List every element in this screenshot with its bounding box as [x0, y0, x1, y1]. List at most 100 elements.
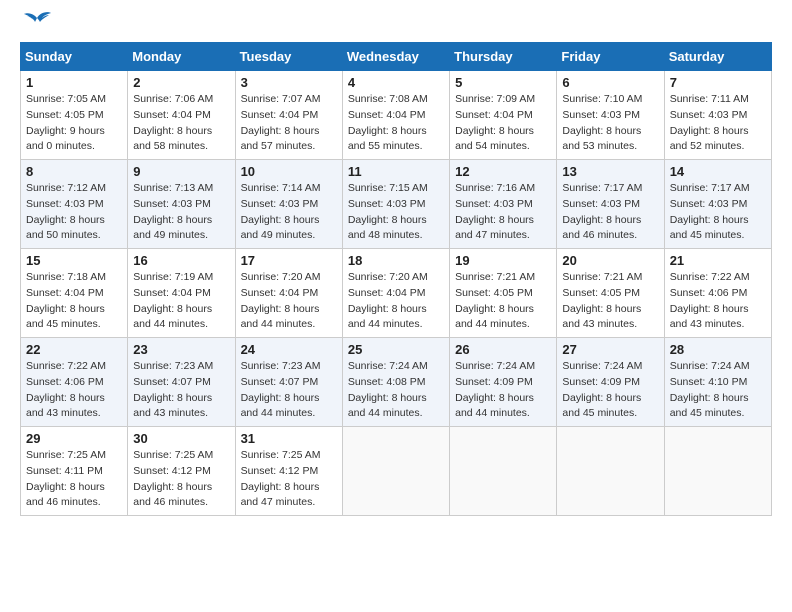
calendar-week-row: 8 Sunrise: 7:12 AMSunset: 4:03 PMDayligh… — [21, 160, 772, 249]
day-detail: Sunrise: 7:17 AMSunset: 4:03 PMDaylight:… — [670, 182, 750, 241]
calendar-body: 1 Sunrise: 7:05 AMSunset: 4:05 PMDayligh… — [21, 71, 772, 516]
day-number: 26 — [455, 342, 551, 357]
day-number: 9 — [133, 164, 229, 179]
day-detail: Sunrise: 7:25 AMSunset: 4:12 PMDaylight:… — [241, 449, 321, 508]
calendar-cell: 1 Sunrise: 7:05 AMSunset: 4:05 PMDayligh… — [21, 71, 128, 160]
calendar-cell: 12 Sunrise: 7:16 AMSunset: 4:03 PMDaylig… — [450, 160, 557, 249]
day-number: 19 — [455, 253, 551, 268]
day-detail: Sunrise: 7:23 AMSunset: 4:07 PMDaylight:… — [241, 360, 321, 419]
day-detail: Sunrise: 7:20 AMSunset: 4:04 PMDaylight:… — [241, 271, 321, 330]
day-number: 29 — [26, 431, 122, 446]
column-header-wednesday: Wednesday — [342, 43, 449, 71]
day-detail: Sunrise: 7:22 AMSunset: 4:06 PMDaylight:… — [670, 271, 750, 330]
day-number: 18 — [348, 253, 444, 268]
day-detail: Sunrise: 7:16 AMSunset: 4:03 PMDaylight:… — [455, 182, 535, 241]
calendar-cell — [450, 427, 557, 516]
calendar-cell: 28 Sunrise: 7:24 AMSunset: 4:10 PMDaylig… — [664, 338, 771, 427]
calendar-header: SundayMondayTuesdayWednesdayThursdayFrid… — [21, 43, 772, 71]
calendar-cell: 5 Sunrise: 7:09 AMSunset: 4:04 PMDayligh… — [450, 71, 557, 160]
calendar-week-row: 22 Sunrise: 7:22 AMSunset: 4:06 PMDaylig… — [21, 338, 772, 427]
calendar-cell: 25 Sunrise: 7:24 AMSunset: 4:08 PMDaylig… — [342, 338, 449, 427]
column-header-monday: Monday — [128, 43, 235, 71]
day-number: 21 — [670, 253, 766, 268]
day-number: 5 — [455, 75, 551, 90]
day-detail: Sunrise: 7:24 AMSunset: 4:09 PMDaylight:… — [562, 360, 642, 419]
day-number: 31 — [241, 431, 337, 446]
day-number: 23 — [133, 342, 229, 357]
day-number: 2 — [133, 75, 229, 90]
calendar-week-row: 29 Sunrise: 7:25 AMSunset: 4:11 PMDaylig… — [21, 427, 772, 516]
day-number: 10 — [241, 164, 337, 179]
day-number: 15 — [26, 253, 122, 268]
day-detail: Sunrise: 7:15 AMSunset: 4:03 PMDaylight:… — [348, 182, 428, 241]
calendar-cell: 31 Sunrise: 7:25 AMSunset: 4:12 PMDaylig… — [235, 427, 342, 516]
column-header-tuesday: Tuesday — [235, 43, 342, 71]
day-number: 1 — [26, 75, 122, 90]
calendar-cell: 4 Sunrise: 7:08 AMSunset: 4:04 PMDayligh… — [342, 71, 449, 160]
day-detail: Sunrise: 7:18 AMSunset: 4:04 PMDaylight:… — [26, 271, 106, 330]
calendar-cell: 13 Sunrise: 7:17 AMSunset: 4:03 PMDaylig… — [557, 160, 664, 249]
day-number: 22 — [26, 342, 122, 357]
calendar-cell: 17 Sunrise: 7:20 AMSunset: 4:04 PMDaylig… — [235, 249, 342, 338]
day-number: 7 — [670, 75, 766, 90]
day-detail: Sunrise: 7:21 AMSunset: 4:05 PMDaylight:… — [562, 271, 642, 330]
column-header-friday: Friday — [557, 43, 664, 71]
logo — [20, 20, 52, 32]
day-detail: Sunrise: 7:24 AMSunset: 4:08 PMDaylight:… — [348, 360, 428, 419]
day-number: 8 — [26, 164, 122, 179]
calendar-cell: 18 Sunrise: 7:20 AMSunset: 4:04 PMDaylig… — [342, 249, 449, 338]
day-number: 20 — [562, 253, 658, 268]
day-number: 12 — [455, 164, 551, 179]
day-detail: Sunrise: 7:06 AMSunset: 4:04 PMDaylight:… — [133, 93, 213, 152]
day-number: 14 — [670, 164, 766, 179]
calendar-table: SundayMondayTuesdayWednesdayThursdayFrid… — [20, 42, 772, 516]
day-detail: Sunrise: 7:13 AMSunset: 4:03 PMDaylight:… — [133, 182, 213, 241]
calendar-cell: 15 Sunrise: 7:18 AMSunset: 4:04 PMDaylig… — [21, 249, 128, 338]
day-number: 13 — [562, 164, 658, 179]
calendar-cell: 30 Sunrise: 7:25 AMSunset: 4:12 PMDaylig… — [128, 427, 235, 516]
day-detail: Sunrise: 7:07 AMSunset: 4:04 PMDaylight:… — [241, 93, 321, 152]
day-detail: Sunrise: 7:11 AMSunset: 4:03 PMDaylight:… — [670, 93, 749, 152]
day-detail: Sunrise: 7:10 AMSunset: 4:03 PMDaylight:… — [562, 93, 642, 152]
calendar-week-row: 15 Sunrise: 7:18 AMSunset: 4:04 PMDaylig… — [21, 249, 772, 338]
day-number: 24 — [241, 342, 337, 357]
calendar-cell: 29 Sunrise: 7:25 AMSunset: 4:11 PMDaylig… — [21, 427, 128, 516]
calendar-cell: 3 Sunrise: 7:07 AMSunset: 4:04 PMDayligh… — [235, 71, 342, 160]
calendar-cell: 16 Sunrise: 7:19 AMSunset: 4:04 PMDaylig… — [128, 249, 235, 338]
calendar-cell: 9 Sunrise: 7:13 AMSunset: 4:03 PMDayligh… — [128, 160, 235, 249]
day-number: 30 — [133, 431, 229, 446]
day-detail: Sunrise: 7:19 AMSunset: 4:04 PMDaylight:… — [133, 271, 213, 330]
calendar-cell: 20 Sunrise: 7:21 AMSunset: 4:05 PMDaylig… — [557, 249, 664, 338]
day-detail: Sunrise: 7:09 AMSunset: 4:04 PMDaylight:… — [455, 93, 535, 152]
day-number: 11 — [348, 164, 444, 179]
day-detail: Sunrise: 7:14 AMSunset: 4:03 PMDaylight:… — [241, 182, 321, 241]
calendar-cell: 8 Sunrise: 7:12 AMSunset: 4:03 PMDayligh… — [21, 160, 128, 249]
page-header — [20, 20, 772, 32]
day-detail: Sunrise: 7:24 AMSunset: 4:10 PMDaylight:… — [670, 360, 750, 419]
calendar-cell: 22 Sunrise: 7:22 AMSunset: 4:06 PMDaylig… — [21, 338, 128, 427]
calendar-cell: 21 Sunrise: 7:22 AMSunset: 4:06 PMDaylig… — [664, 249, 771, 338]
day-detail: Sunrise: 7:05 AMSunset: 4:05 PMDaylight:… — [26, 93, 106, 152]
day-detail: Sunrise: 7:25 AMSunset: 4:11 PMDaylight:… — [26, 449, 106, 508]
calendar-cell: 7 Sunrise: 7:11 AMSunset: 4:03 PMDayligh… — [664, 71, 771, 160]
calendar-cell: 14 Sunrise: 7:17 AMSunset: 4:03 PMDaylig… — [664, 160, 771, 249]
day-number: 25 — [348, 342, 444, 357]
logo-bird-icon — [22, 10, 52, 32]
calendar-cell — [557, 427, 664, 516]
day-detail: Sunrise: 7:22 AMSunset: 4:06 PMDaylight:… — [26, 360, 106, 419]
calendar-cell: 26 Sunrise: 7:24 AMSunset: 4:09 PMDaylig… — [450, 338, 557, 427]
calendar-cell: 19 Sunrise: 7:21 AMSunset: 4:05 PMDaylig… — [450, 249, 557, 338]
day-number: 3 — [241, 75, 337, 90]
day-number: 27 — [562, 342, 658, 357]
day-number: 16 — [133, 253, 229, 268]
day-detail: Sunrise: 7:08 AMSunset: 4:04 PMDaylight:… — [348, 93, 428, 152]
column-header-thursday: Thursday — [450, 43, 557, 71]
day-detail: Sunrise: 7:23 AMSunset: 4:07 PMDaylight:… — [133, 360, 213, 419]
day-detail: Sunrise: 7:25 AMSunset: 4:12 PMDaylight:… — [133, 449, 213, 508]
day-number: 4 — [348, 75, 444, 90]
day-detail: Sunrise: 7:20 AMSunset: 4:04 PMDaylight:… — [348, 271, 428, 330]
calendar-cell: 27 Sunrise: 7:24 AMSunset: 4:09 PMDaylig… — [557, 338, 664, 427]
calendar-cell — [664, 427, 771, 516]
calendar-cell: 11 Sunrise: 7:15 AMSunset: 4:03 PMDaylig… — [342, 160, 449, 249]
calendar-week-row: 1 Sunrise: 7:05 AMSunset: 4:05 PMDayligh… — [21, 71, 772, 160]
